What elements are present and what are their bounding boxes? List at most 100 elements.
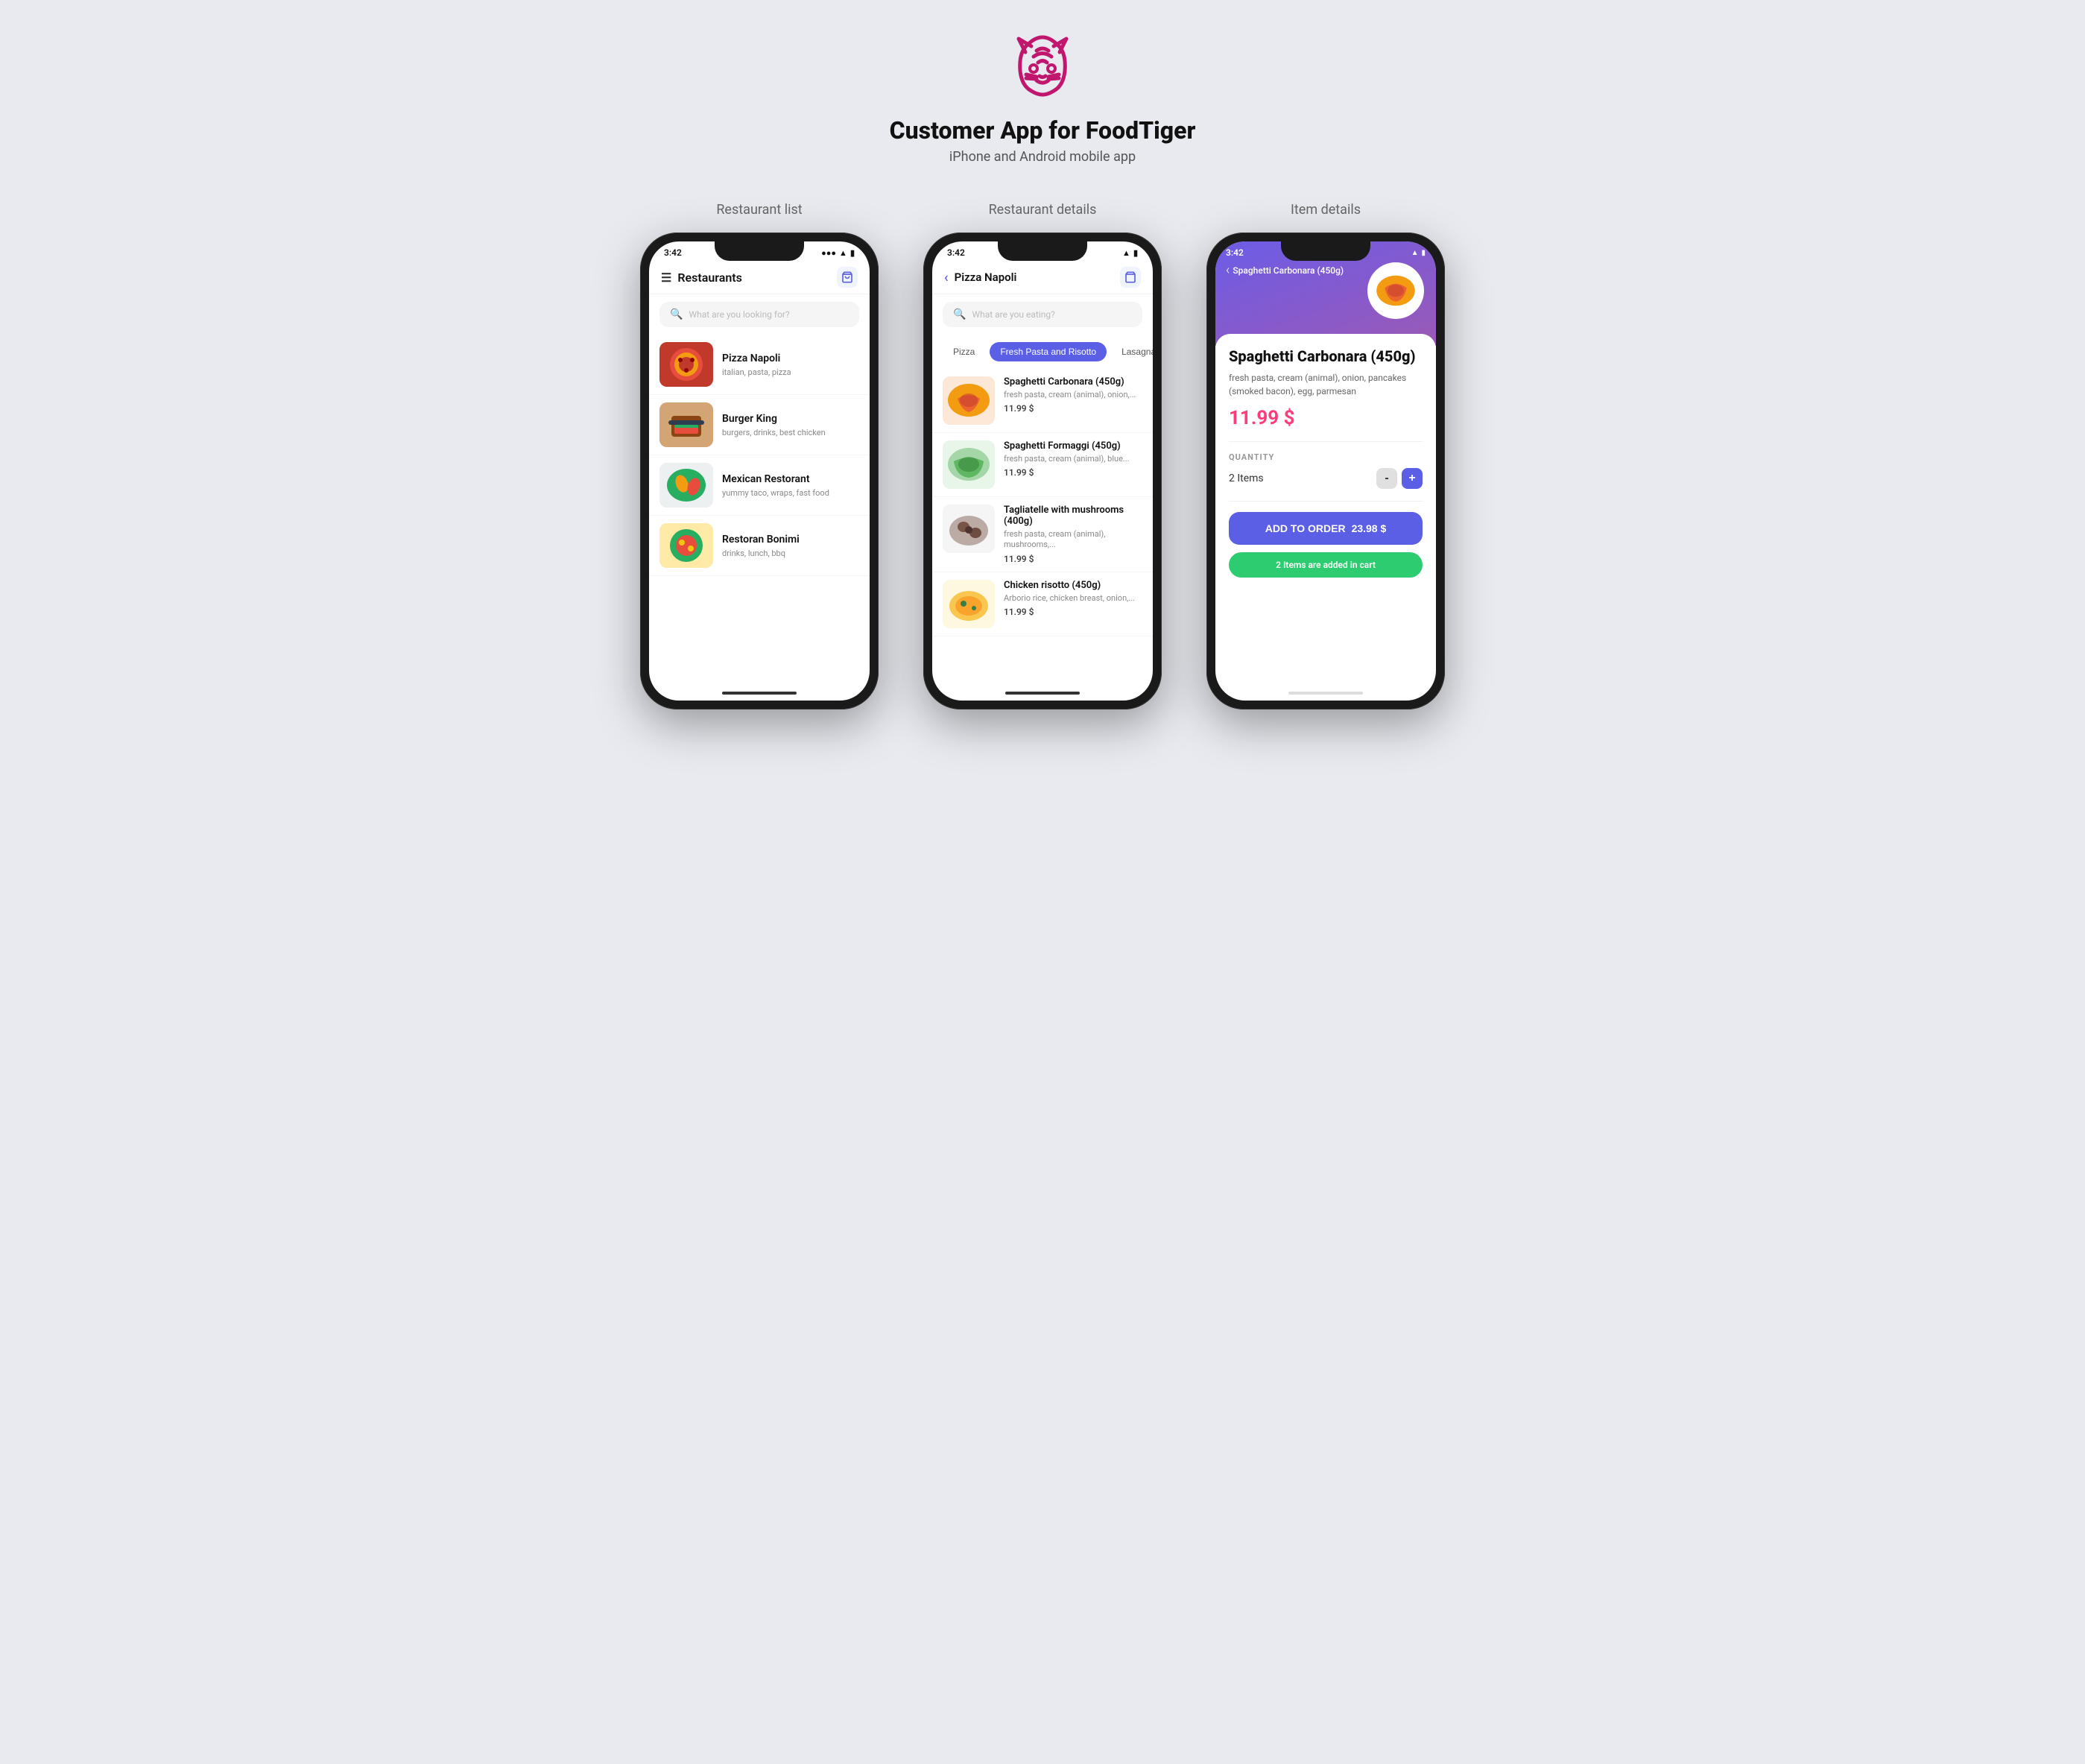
status-icons-1: ●●● ▲ ▮ bbox=[821, 248, 855, 258]
nav-title-2: ‹ Pizza Napoli bbox=[944, 270, 1016, 285]
restaurant-name-2: Mexican Restorant bbox=[722, 473, 859, 485]
restaurant-item-3[interactable]: Restoran Bonimi drinks, lunch, bbq bbox=[649, 516, 870, 576]
quantity-controls: - + bbox=[1376, 468, 1423, 489]
search-icon-1: 🔍 bbox=[670, 309, 683, 320]
restaurant-item-1[interactable]: Burger King burgers, drinks, best chicke… bbox=[649, 395, 870, 455]
search-bar-1[interactable]: 🔍 What are you looking for? bbox=[659, 302, 859, 327]
notch-1 bbox=[715, 241, 804, 261]
quantity-minus-button[interactable]: - bbox=[1376, 468, 1397, 489]
status-icons-3: ▲ ▮ bbox=[1411, 249, 1426, 257]
phone-frame-2: 3:42 ▲ ▮ ‹ Pizza Napoli bbox=[923, 233, 1162, 709]
section-label-2: Restaurant details bbox=[989, 202, 1097, 218]
restaurant-tags-0: italian, pasta, pizza bbox=[722, 367, 859, 377]
restaurant-thumb-1 bbox=[659, 402, 713, 447]
menu-item-3[interactable]: Chicken risotto (450g) Arborio rice, chi… bbox=[932, 572, 1153, 636]
battery-icon: ▮ bbox=[850, 248, 855, 258]
search-icon-2: 🔍 bbox=[953, 309, 966, 320]
restaurant-info-0: Pizza Napoli italian, pasta, pizza bbox=[722, 353, 859, 377]
menu-thumb-2 bbox=[943, 505, 995, 553]
food-circle bbox=[1367, 262, 1424, 319]
menu-name-3: Chicken risotto (450g) bbox=[1004, 580, 1142, 591]
back-icon-2[interactable]: ‹ bbox=[944, 270, 949, 285]
tab-lasagna[interactable]: Lasagna bbox=[1111, 342, 1153, 361]
nav-bar-2: ‹ Pizza Napoli bbox=[932, 261, 1153, 294]
restaurant-info-2: Mexican Restorant yummy taco, wraps, fas… bbox=[722, 473, 859, 498]
section-label-1: Restaurant list bbox=[716, 202, 802, 218]
menu-price-0: 11.99 $ bbox=[1004, 403, 1142, 414]
restaurant-tags-1: burgers, drinks, best chicken bbox=[722, 428, 859, 437]
menu-desc-3: Arborio rice, chicken breast, onion,... bbox=[1004, 593, 1142, 604]
cart-icon-2[interactable] bbox=[1120, 267, 1141, 288]
menu-list: Spaghetti Carbonara (450g) fresh pasta, … bbox=[932, 369, 1153, 636]
search-placeholder-1: What are you looking for? bbox=[689, 309, 789, 320]
menu-name-0: Spaghetti Carbonara (450g) bbox=[1004, 376, 1142, 388]
menu-desc-0: fresh pasta, cream (animal), onion,... bbox=[1004, 390, 1142, 400]
menu-item-2[interactable]: Tagliatelle with mushrooms (400g) fresh … bbox=[932, 497, 1153, 572]
search-bar-2[interactable]: 🔍 What are you eating? bbox=[943, 302, 1142, 327]
restaurant-list: Pizza Napoli italian, pasta, pizza Burge… bbox=[649, 335, 870, 576]
status-time-3: 3:42 bbox=[1226, 247, 1244, 258]
item-desc: fresh pasta, cream (animal), onion, panc… bbox=[1229, 371, 1423, 398]
restaurant-item-0[interactable]: Pizza Napoli italian, pasta, pizza bbox=[649, 335, 870, 395]
quantity-text: 2 Items bbox=[1229, 472, 1264, 484]
phone-frame-1: 3:42 ●●● ▲ ▮ ☰ Restaurants bbox=[640, 233, 879, 709]
tab-fresh-pasta[interactable]: Fresh Pasta and Risotto bbox=[990, 342, 1107, 361]
menu-desc-1: fresh pasta, cream (animal), blue... bbox=[1004, 454, 1142, 464]
cart-badge: 2 Items are added in cart bbox=[1229, 552, 1423, 578]
menu-price-2: 11.99 $ bbox=[1004, 554, 1142, 564]
cart-icon-1[interactable] bbox=[837, 267, 858, 288]
app-header: Customer App for FoodTiger iPhone and An… bbox=[890, 30, 1196, 165]
battery-icon-2: ▮ bbox=[1133, 248, 1138, 258]
status-time-2: 3:42 bbox=[947, 247, 965, 258]
home-indicator-1 bbox=[722, 692, 797, 695]
menu-info-0: Spaghetti Carbonara (450g) fresh pasta, … bbox=[1004, 376, 1142, 425]
phone-section-restaurant-list: Restaurant list 3:42 ●●● ▲ ▮ ☰ bbox=[640, 202, 879, 709]
restaurant-tags-2: yummy taco, wraps, fast food bbox=[722, 488, 859, 498]
restaurant-item-2[interactable]: Mexican Restorant yummy taco, wraps, fas… bbox=[649, 455, 870, 516]
menu-item-1[interactable]: Spaghetti Formaggi (450g) fresh pasta, c… bbox=[932, 433, 1153, 497]
menu-item-0[interactable]: Spaghetti Carbonara (450g) fresh pasta, … bbox=[932, 369, 1153, 433]
quantity-label: QUANTITY bbox=[1229, 452, 1423, 462]
menu-price-3: 11.99 $ bbox=[1004, 607, 1142, 617]
nav-title-1: ☰ Restaurants bbox=[661, 271, 742, 285]
add-to-order-button[interactable]: ADD TO ORDER 23.98 $ bbox=[1229, 512, 1423, 545]
battery-icon-3: ▮ bbox=[1421, 249, 1426, 257]
tab-pizza[interactable]: Pizza bbox=[943, 342, 985, 361]
menu-name-2: Tagliatelle with mushrooms (400g) bbox=[1004, 505, 1142, 527]
nav-back-3[interactable]: ‹ Spaghetti Carbonara (450g) bbox=[1226, 262, 1376, 278]
menu-thumb-3 bbox=[943, 580, 995, 628]
notch-3 bbox=[1281, 241, 1370, 261]
restaurant-thumb-0 bbox=[659, 342, 713, 387]
menu-desc-2: fresh pasta, cream (animal), mushrooms,.… bbox=[1004, 529, 1142, 551]
hamburger-icon[interactable]: ☰ bbox=[661, 271, 671, 285]
divider-2 bbox=[1229, 501, 1423, 502]
section-label-3: Item details bbox=[1291, 202, 1361, 218]
wifi-icon: ▲ bbox=[839, 248, 847, 258]
status-icons-2: ▲ ▮ bbox=[1122, 248, 1138, 258]
quantity-row: 2 Items - + bbox=[1229, 468, 1423, 489]
quantity-plus-button[interactable]: + bbox=[1402, 468, 1423, 489]
phone-screen-3: 3:42 ▲ ▮ ‹ Spaghetti Carbonara (450g) bbox=[1215, 241, 1436, 701]
quantity-section: QUANTITY 2 Items - + bbox=[1229, 452, 1423, 489]
signal-icon: ●●● bbox=[821, 248, 836, 258]
restaurant-thumb-3 bbox=[659, 523, 713, 568]
add-to-order-price: 23.98 $ bbox=[1352, 522, 1387, 534]
divider-1 bbox=[1229, 441, 1423, 442]
item-title: Spaghetti Carbonara (450g) bbox=[1229, 347, 1423, 365]
back-icon-3: ‹ bbox=[1226, 262, 1230, 278]
status-time-1: 3:42 bbox=[664, 247, 682, 258]
menu-info-2: Tagliatelle with mushrooms (400g) fresh … bbox=[1004, 505, 1142, 564]
phone-screen-2: 3:42 ▲ ▮ ‹ Pizza Napoli bbox=[932, 241, 1153, 701]
menu-info-1: Spaghetti Formaggi (450g) fresh pasta, c… bbox=[1004, 440, 1142, 489]
menu-thumb-1 bbox=[943, 440, 995, 489]
wifi-icon-3: ▲ bbox=[1411, 249, 1419, 257]
menu-thumb-0 bbox=[943, 376, 995, 425]
phones-container: Restaurant list 3:42 ●●● ▲ ▮ ☰ bbox=[640, 202, 1445, 709]
nav-back-title-3: Spaghetti Carbonara (450g) bbox=[1233, 265, 1344, 276]
notch-2 bbox=[998, 241, 1087, 261]
nav-bar-1: ☰ Restaurants bbox=[649, 261, 870, 294]
menu-info-3: Chicken risotto (450g) Arborio rice, chi… bbox=[1004, 580, 1142, 628]
home-indicator-2 bbox=[1005, 692, 1080, 695]
restaurant-info-3: Restoran Bonimi drinks, lunch, bbq bbox=[722, 534, 859, 558]
phone-screen-1: 3:42 ●●● ▲ ▮ ☰ Restaurants bbox=[649, 241, 870, 701]
